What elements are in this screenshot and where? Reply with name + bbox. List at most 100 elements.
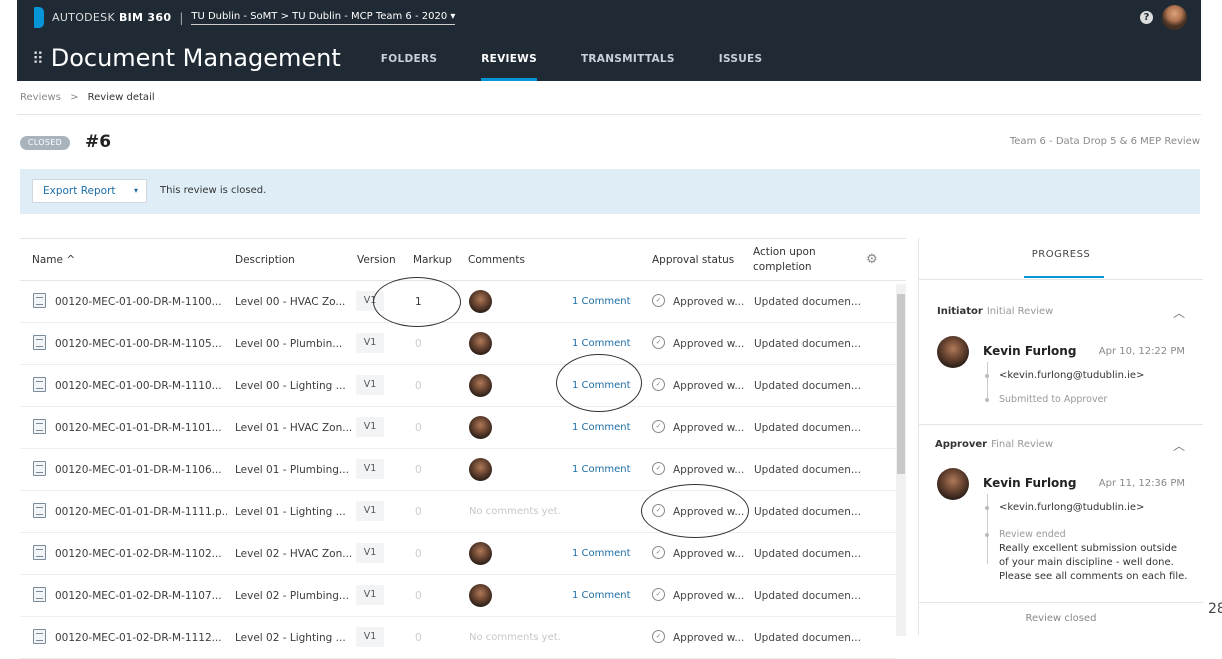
avatar <box>469 290 492 313</box>
version-badge[interactable]: V1 <box>356 585 384 605</box>
markup-count[interactable]: 0 <box>415 632 422 644</box>
export-report-button[interactable]: Export Report ▾ <box>32 179 147 203</box>
approval-status: Approved w... <box>673 632 745 644</box>
file-description: Level 02 - Plumbing... <box>235 590 349 602</box>
review-files-table: Name ^ Description Version Markup Commen… <box>20 238 906 659</box>
project-selector[interactable]: TU Dublin - SoMT > TU Dublin - MCP Team … <box>191 11 456 25</box>
divider <box>919 424 1203 425</box>
file-name[interactable]: 00120-MEC-01-01-DR-M-1106... <box>55 464 227 476</box>
avatar <box>469 458 492 481</box>
file-description: Level 00 - HVAC Zo... <box>235 296 346 308</box>
tab-reviews[interactable]: REVIEWS <box>481 35 537 81</box>
file-name[interactable]: 00120-MEC-01-02-DR-M-1112... <box>55 632 227 644</box>
comment-link[interactable]: 1 Comment <box>572 548 631 559</box>
comment-link[interactable]: 1 Comment <box>572 296 631 307</box>
markup-count[interactable]: 0 <box>415 506 422 518</box>
markup-count[interactable]: 0 <box>415 338 422 350</box>
version-badge[interactable]: V1 <box>356 543 384 563</box>
file-name[interactable]: 00120-MEC-01-01-DR-M-1101... <box>55 422 227 434</box>
approval-status: Approved w... <box>673 590 745 602</box>
approval-icon: ✓ <box>652 378 665 391</box>
table-row[interactable]: 00120-MEC-01-01-DR-M-1106... Level 01 - P… <box>20 449 896 491</box>
file-icon <box>33 545 46 560</box>
file-name[interactable]: 00120-MEC-01-00-DR-M-1110... <box>55 380 227 392</box>
file-name[interactable]: 00120-MEC-01-00-DR-M-1105... <box>55 338 227 350</box>
comment-link[interactable]: 1 Comment <box>572 590 631 601</box>
approver-note: Review ended <box>999 529 1066 540</box>
brand-prefix: AUTODESK <box>52 11 115 24</box>
topbar-separator: | <box>179 10 184 25</box>
file-name[interactable]: 00120-MEC-01-02-DR-M-1102... <box>55 548 227 560</box>
app-grid-icon[interactable]: ⠿ <box>32 49 44 68</box>
divider <box>919 602 1203 603</box>
markup-count[interactable]: 0 <box>415 548 422 560</box>
top-bar: AUTODESK BIM 360 | TU Dublin - SoMT > TU … <box>17 0 1201 35</box>
tab-transmittals[interactable]: TRANSMITTALS <box>581 35 675 81</box>
markup-count[interactable]: 0 <box>415 422 422 434</box>
review-number: #6 <box>85 132 112 152</box>
col-approval-status: Approval status <box>652 254 735 266</box>
table-row[interactable]: 00120-MEC-01-02-DR-M-1102... Level 02 - H… <box>20 533 896 575</box>
version-badge[interactable]: V1 <box>356 333 384 353</box>
col-markup: Markup <box>413 254 452 266</box>
file-name[interactable]: 00120-MEC-01-00-DR-M-1100... <box>55 296 227 308</box>
avatar <box>937 336 969 368</box>
file-description: Level 02 - Lighting ... <box>235 632 346 644</box>
table-header: Name ^ Description Version Markup Commen… <box>20 239 906 281</box>
file-description: Level 02 - HVAC Zon... <box>235 548 353 560</box>
table-row[interactable]: 00120-MEC-01-00-DR-M-1105... Level 00 - P… <box>20 323 896 365</box>
table-row[interactable]: 00120-MEC-01-02-DR-M-1107... Level 02 - P… <box>20 575 896 617</box>
initiator-name: Kevin Furlong <box>983 344 1077 358</box>
timeline-dot <box>985 506 989 510</box>
chevron-down-icon: ▾ <box>133 186 138 195</box>
table-row[interactable]: 00120-MEC-01-00-DR-M-1110... Level 00 - L… <box>20 365 896 407</box>
action-upon-completion: Updated documen... <box>754 380 861 392</box>
markup-count[interactable]: 0 <box>415 590 422 602</box>
breadcrumb-reviews[interactable]: Reviews <box>20 92 61 103</box>
file-name[interactable]: 00120-MEC-01-02-DR-M-1107... <box>55 590 227 602</box>
approval-icon: ✓ <box>652 294 665 307</box>
file-description: Level 01 - Lighting ... <box>235 506 346 518</box>
table-row[interactable]: 00120-MEC-01-02-DR-M-1112... Level 02 - L… <box>20 617 896 659</box>
version-badge[interactable]: V1 <box>356 627 384 647</box>
version-badge[interactable]: V1 <box>356 459 384 479</box>
avatar <box>469 374 492 397</box>
action-upon-completion: Updated documen... <box>754 296 861 308</box>
approval-status: Approved w... <box>673 380 745 392</box>
annotation-circle-comment <box>556 354 642 412</box>
comment-link[interactable]: 1 Comment <box>572 422 631 433</box>
file-name[interactable]: 00120-MEC-01-01-DR-M-1111.p... <box>55 506 227 518</box>
file-icon <box>33 503 46 518</box>
tab-issues[interactable]: ISSUES <box>719 35 763 81</box>
col-name[interactable]: Name ^ <box>32 254 75 266</box>
chevron-up-icon[interactable]: ︿ <box>1173 304 1185 321</box>
approval-icon: ✓ <box>652 462 665 475</box>
version-badge[interactable]: V1 <box>356 375 384 395</box>
scrollbar-thumb[interactable] <box>897 294 905 474</box>
col-action-line2: completion <box>753 261 812 273</box>
action-upon-completion: Updated documen... <box>754 632 861 644</box>
chevron-up-icon[interactable]: ︿ <box>1173 437 1185 454</box>
tab-progress[interactable]: PROGRESS <box>919 238 1203 280</box>
progress-panel: PROGRESS Initiator Initial Review ︿ Kevin… <box>918 238 1203 635</box>
table-row[interactable]: 00120-MEC-01-01-DR-M-1101... Level 01 - H… <box>20 407 896 449</box>
export-report-label: Export Report <box>43 185 116 197</box>
action-upon-completion: Updated documen... <box>754 338 861 350</box>
avatar <box>469 542 492 565</box>
user-avatar[interactable] <box>1162 5 1187 30</box>
version-badge[interactable]: V1 <box>356 501 384 521</box>
comment-link[interactable]: 1 Comment <box>572 338 631 349</box>
approval-status: Approved w... <box>673 296 745 308</box>
markup-count[interactable]: 0 <box>415 380 422 392</box>
tab-folders[interactable]: FOLDERS <box>381 35 437 81</box>
approver-email: <kevin.furlong@tudublin.ie> <box>999 502 1145 513</box>
approver-date: Apr 11, 12:36 PM <box>1098 478 1185 489</box>
markup-count[interactable]: 0 <box>415 464 422 476</box>
file-icon <box>33 629 46 644</box>
version-badge[interactable]: V1 <box>356 417 384 437</box>
comment-link[interactable]: 1 Comment <box>572 464 631 475</box>
file-icon <box>33 293 46 308</box>
gear-icon[interactable]: ⚙ <box>866 252 878 267</box>
help-icon[interactable]: ? <box>1140 11 1153 24</box>
table-row[interactable]: 00120-MEC-01-01-DR-M-1111.p... Level 01 -… <box>20 491 896 533</box>
